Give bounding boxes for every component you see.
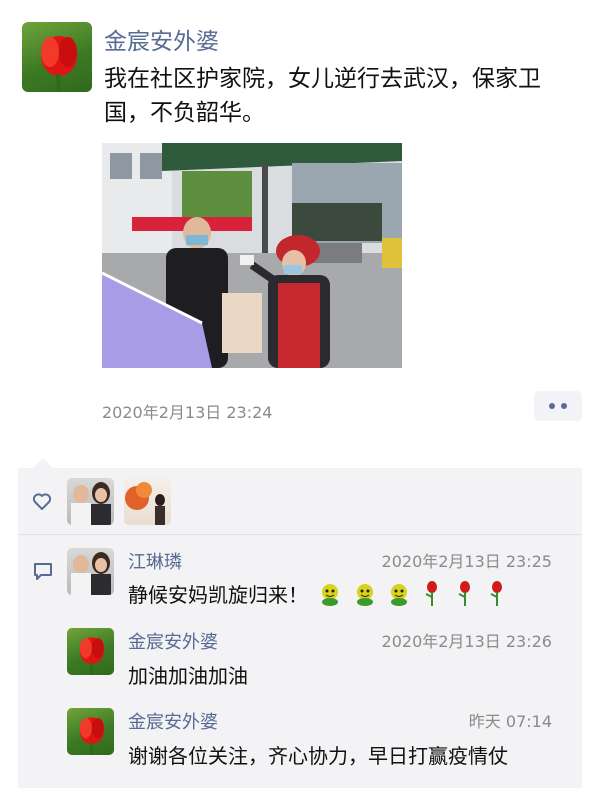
comment-avatar[interactable] <box>67 708 114 755</box>
post-author-name[interactable]: 金宸安外婆 <box>104 22 219 56</box>
comment-time: 昨天 07:14 <box>468 712 552 731</box>
comment-text: 加油加油加油 <box>128 664 248 688</box>
comment-time: 2020年2月13日 23:26 <box>381 632 552 651</box>
comment-author[interactable]: 金宸安外婆 <box>128 628 218 654</box>
comment-text: 静候安妈凯旋归来！ <box>128 579 508 612</box>
comment-text: 谢谢各位关注，齐心协力，早日打赢疫情仗 <box>128 744 508 768</box>
post-timestamp: 2020年2月13日 23:24 <box>102 403 273 422</box>
like-avatar[interactable] <box>67 478 114 525</box>
dot-icon <box>561 403 567 409</box>
panel-divider <box>18 534 582 535</box>
comment-text-content: 静候安妈凯旋归来！ <box>128 583 308 607</box>
comment-author[interactable]: 江琳璘 <box>128 548 182 574</box>
smiley-emoji-icon <box>318 582 342 611</box>
tulip-image <box>41 36 77 92</box>
rose-emoji-icon <box>486 581 508 612</box>
rose-emoji-icon <box>454 581 476 612</box>
comment-icon <box>34 563 52 580</box>
smiley-emoji-icon <box>353 582 377 611</box>
heart-icon <box>32 493 52 510</box>
rose-emoji-icon <box>421 581 443 612</box>
smiley-emoji-icon <box>387 582 411 611</box>
comment-author[interactable]: 金宸安外婆 <box>128 708 218 734</box>
comment-avatar[interactable] <box>67 628 114 675</box>
more-options-button[interactable] <box>534 391 582 421</box>
like-avatar[interactable] <box>124 478 171 525</box>
comment-time: 2020年2月13日 23:25 <box>381 552 552 571</box>
dot-icon <box>549 403 555 409</box>
post-text: 我在社区护家院，女儿逆行去武汉，保家卫国，不负韶华。 <box>104 66 541 126</box>
panel-pointer <box>33 458 53 468</box>
author-avatar[interactable] <box>22 22 92 92</box>
comment-avatar[interactable] <box>67 548 114 595</box>
post-photo[interactable] <box>102 143 402 368</box>
